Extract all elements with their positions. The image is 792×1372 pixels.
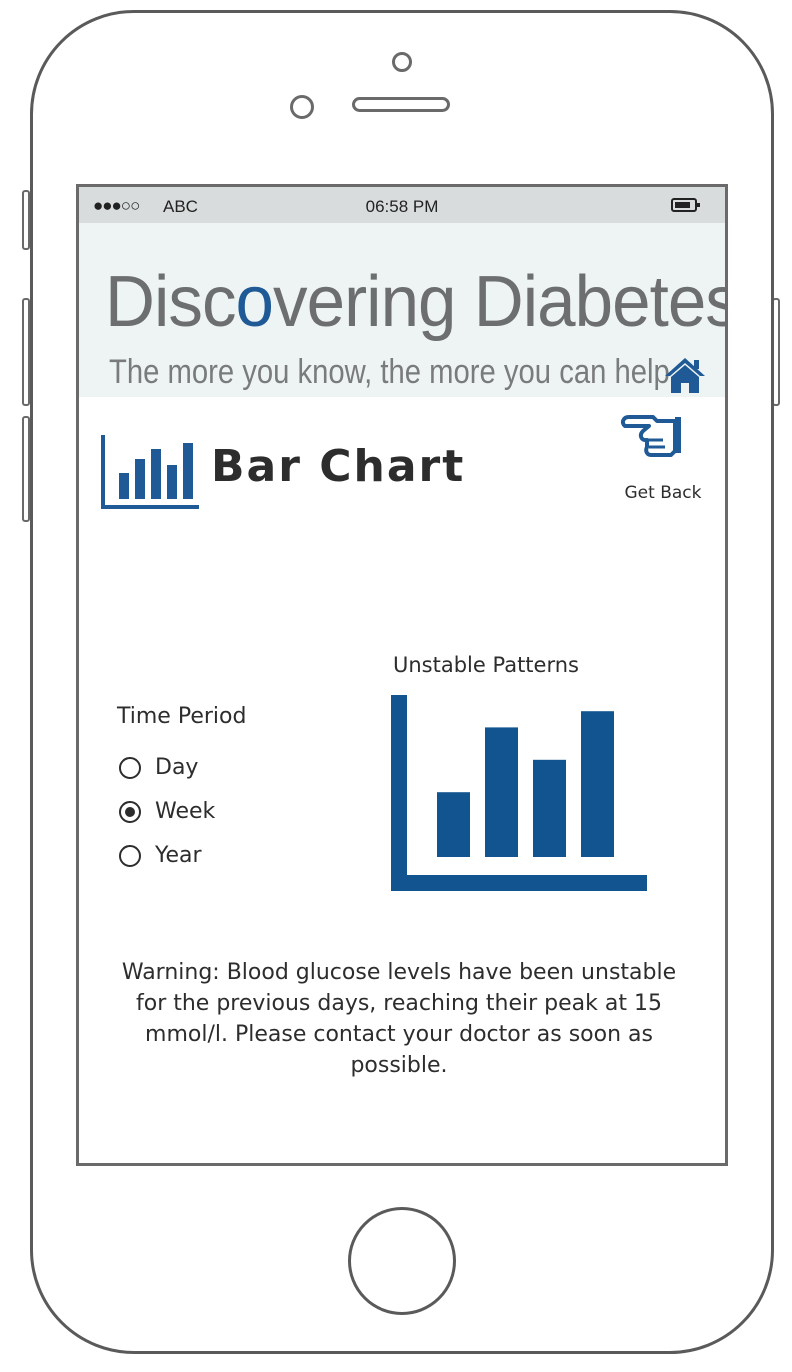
app-banner: Discovering Diabetes The more you know, … xyxy=(79,223,725,397)
radio-week-label: Week xyxy=(155,799,216,824)
chart-bar-1 xyxy=(437,792,470,857)
chart-bar-3 xyxy=(533,759,566,857)
page-title: Bar Chart xyxy=(211,441,466,492)
radio-day-circle[interactable] xyxy=(119,757,141,779)
status-bar: ●●●○○ ABC 06:58 PM xyxy=(79,187,725,223)
home-icon[interactable] xyxy=(663,355,707,395)
get-back-button[interactable]: Get Back xyxy=(611,413,715,513)
phone-screen: ●●●○○ ABC 06:58 PM Discovering Diabetes … xyxy=(76,184,728,1166)
app-title: Discovering Diabetes xyxy=(105,261,725,343)
bar-chart xyxy=(391,695,647,891)
phone-speaker xyxy=(352,97,450,112)
phone-mute-switch xyxy=(22,190,30,250)
radio-year-circle[interactable] xyxy=(119,845,141,867)
warning-message: Warning: Blood glucose levels have been … xyxy=(121,960,677,1078)
phone-volume-up-button xyxy=(22,298,30,406)
bar-chart-icon xyxy=(101,435,199,509)
get-back-label: Get Back xyxy=(624,483,702,503)
app-title-accent: o xyxy=(235,262,274,342)
status-time: 06:58 PM xyxy=(365,197,439,216)
app-title-part2: vering Diabetes xyxy=(273,262,728,342)
pointing-hand-icon xyxy=(620,415,681,457)
radio-week-circle[interactable] xyxy=(119,801,141,823)
radio-day-label: Day xyxy=(155,755,199,780)
phone-sensor xyxy=(392,52,412,72)
chart-bar-2 xyxy=(485,727,518,857)
phone-volume-down-button xyxy=(22,416,30,522)
chart-bar-4 xyxy=(581,711,614,857)
chart-title: Unstable Patterns xyxy=(393,653,579,677)
app-title-part1: Disc xyxy=(105,262,237,342)
radio-year-label: Year xyxy=(155,843,202,868)
time-period-label: Time Period xyxy=(117,704,247,729)
chart-x-axis xyxy=(391,875,647,891)
chart-y-axis xyxy=(391,695,407,891)
phone-home-button[interactable] xyxy=(348,1207,456,1315)
battery-icon xyxy=(671,198,700,212)
phone-camera xyxy=(290,95,314,119)
app-tagline: The more you know, the more you can help… xyxy=(109,353,678,391)
